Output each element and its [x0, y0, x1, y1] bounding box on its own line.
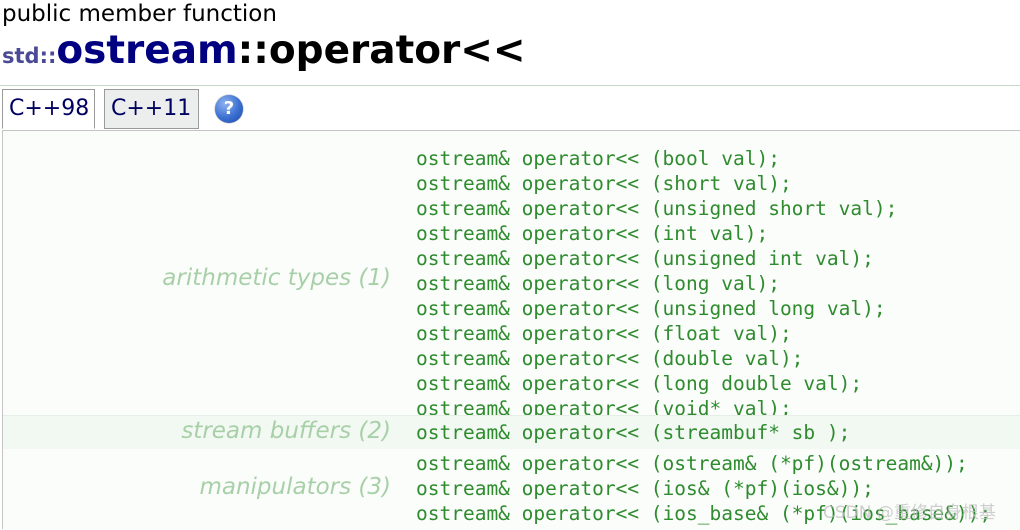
namespace-prefix[interactable]: std:: [2, 44, 56, 68]
declaration-line: ostream& operator<< (long val); [416, 272, 780, 295]
class-name-link[interactable]: ostream [56, 28, 237, 73]
scope-separator: :: [237, 28, 269, 73]
declaration-line: ostream& operator<< (unsigned int val); [416, 247, 874, 270]
declaration-line: ostream& operator<< (double val); [416, 347, 804, 370]
group-label-streambuf: stream buffers (2) [181, 418, 391, 444]
declaration-list-streambuf: ostream& operator<< (streambuf* sb ); [416, 420, 850, 445]
declarations-panel: arithmetic types (1) ostream& operator<<… [2, 130, 1020, 530]
group-label-manipulators: manipulators (3) [199, 474, 391, 500]
declaration-line: ostream& operator<< (ostream& (*pf)(ostr… [416, 452, 968, 475]
help-icon[interactable]: ? [215, 95, 243, 123]
declaration-line: ostream& operator<< (streambuf* sb ); [416, 421, 851, 444]
function-name: operator<< [268, 28, 526, 73]
member-kind-label: public member function [2, 1, 277, 27]
tab-cpp98[interactable]: C++98 [2, 89, 95, 129]
declaration-line: ostream& operator<< (unsigned short val)… [416, 197, 898, 220]
standard-version-tabs: C++98 C++11 ? [0, 85, 1020, 132]
declaration-line: ostream& operator<< (int val); [416, 222, 769, 245]
group-label-arithmetic: arithmetic types (1) [162, 265, 391, 291]
declaration-group-streambuf: stream buffers (2) ostream& operator<< (… [3, 415, 1020, 450]
tab-cpp11[interactable]: C++11 [104, 89, 199, 129]
watermark-text: CSDN @重修自身根基 [823, 503, 996, 523]
declaration-line: ostream& operator<< (bool val); [416, 147, 780, 170]
declaration-list-arithmetic: ostream& operator<< (bool val); ostream& … [416, 146, 897, 421]
declaration-group-arithmetic: arithmetic types (1) ostream& operator<<… [3, 139, 1020, 421]
declaration-line: ostream& operator<< (long double val); [416, 372, 863, 395]
declaration-line: ostream& operator<< (unsigned long val); [416, 297, 886, 320]
page-title: std::ostream::operator<< [2, 28, 526, 76]
declaration-line: ostream& operator<< (short val); [416, 172, 792, 195]
declaration-line: ostream& operator<< (float val); [416, 322, 792, 345]
